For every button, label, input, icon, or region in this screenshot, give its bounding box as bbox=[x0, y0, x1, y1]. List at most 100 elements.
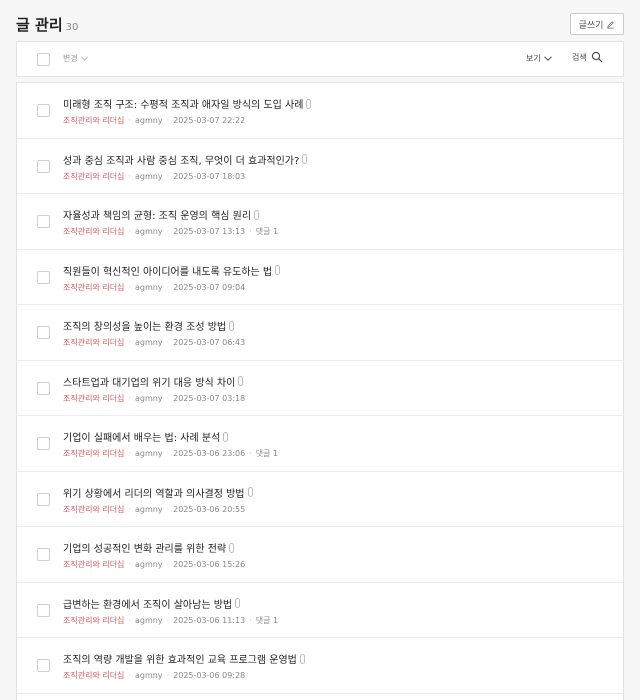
post-category[interactable]: 조직관리와 리더십 bbox=[63, 394, 124, 403]
post-checkbox[interactable] bbox=[37, 270, 50, 284]
post-title[interactable]: 스타트업과 대기업의 위기 대응 방식 차이 bbox=[63, 374, 244, 389]
write-button[interactable]: 글쓰기 bbox=[570, 13, 624, 35]
attachment-icon bbox=[306, 98, 312, 109]
separator-dot: · bbox=[128, 171, 131, 181]
post-author: agmny bbox=[134, 504, 163, 514]
separator-dot: · bbox=[128, 116, 131, 125]
post-checkbox[interactable] bbox=[37, 492, 50, 506]
post-title-text: 성과 중심 조직과 사람 중심 조직, 무엇이 더 효과적인가? bbox=[63, 155, 300, 167]
post-title[interactable]: 미래형 조직 구조: 수평적 조직과 애자일 방식의 도입 사례 bbox=[63, 96, 312, 111]
separator-dot: · bbox=[128, 227, 131, 236]
post-title-text: 급변하는 환경에서 조직이 살아남는 방법 bbox=[63, 599, 233, 611]
post-checkbox[interactable] bbox=[37, 548, 50, 561]
select-all-checkbox[interactable] bbox=[37, 53, 50, 66]
post-checkbox[interactable] bbox=[37, 437, 50, 450]
post-row[interactable]: 조직의 창의성을 높이는 환경 조성 방법 조직관리와 리더십 · agmny · 202… bbox=[17, 305, 623, 361]
post-row[interactable]: 위기 상황에서 리더의 역할과 의사결정 방법조직관리와 리더십 · agmny · 2… bbox=[17, 472, 623, 527]
separator-dot: · bbox=[166, 615, 170, 625]
attachment-icon bbox=[247, 487, 253, 497]
post-author: agmny bbox=[134, 671, 163, 680]
page-title-text: 글 관리 bbox=[16, 16, 63, 34]
post-row[interactable]: 자율성과 책임의 균형: 조직 운영의 핵심 원리 조직관리와 리더십 · agmny… bbox=[17, 194, 623, 250]
post-checkbox[interactable] bbox=[37, 159, 50, 173]
separator-dot: · bbox=[166, 393, 170, 403]
post-category[interactable]: 조직관리와 리더십 bbox=[63, 116, 124, 125]
separator-dot: · bbox=[128, 338, 131, 347]
attachment-icon bbox=[299, 653, 305, 664]
post-title-text: 미래형 조직 구조: 수평적 조직과 애자일 방식의 도입 사례 bbox=[63, 100, 304, 111]
post-checkbox[interactable] bbox=[37, 381, 50, 395]
post-date: 2025-03-06 15:26 bbox=[173, 560, 246, 569]
post-category[interactable]: 조직관리와 리더십 bbox=[63, 449, 124, 458]
page-title: 글 관리 30 bbox=[16, 14, 78, 35]
post-category[interactable]: 조직관리와 리더십 bbox=[63, 505, 124, 514]
post-category[interactable]: 조직관리와 리더십 bbox=[63, 283, 124, 292]
post-category[interactable]: 조직관리와 리더십 bbox=[63, 671, 124, 680]
post-category[interactable]: 조직관리와 리더십 bbox=[63, 560, 124, 569]
separator-dot: · bbox=[166, 449, 170, 458]
post-title[interactable]: 조직의 역량 개발을 위한 효과적인 교육 프로그램 운영법 bbox=[63, 651, 305, 666]
post-row[interactable]: 성과 중심 조직과 사람 중심 조직, 무엇이 더 효과적인가? 조직관리와 리더… bbox=[17, 139, 623, 194]
post-checkbox[interactable] bbox=[37, 104, 50, 117]
post-title[interactable]: 자율성과 책임의 균형: 조직 운영의 핵심 원리 bbox=[63, 207, 260, 222]
attachment-icon bbox=[238, 376, 244, 386]
attachment-icon bbox=[235, 598, 241, 608]
post-checkbox[interactable] bbox=[37, 215, 50, 228]
post-checkbox[interactable] bbox=[37, 659, 50, 672]
post-date: 2025-03-06 11:13 bbox=[173, 615, 246, 625]
post-title-text: 기업의 성공적인 변화 관리를 위한 전략 bbox=[63, 544, 227, 555]
post-title[interactable]: 기업이 실패에서 배우는 법: 사례 분석 bbox=[63, 429, 229, 444]
post-meta: 조직관리와 리더십 · agmny · 2025-03-07 06:43 bbox=[63, 337, 245, 348]
post-comments[interactable]: 댓글 1 bbox=[256, 449, 278, 458]
post-author: agmny bbox=[134, 393, 163, 403]
post-author: agmny bbox=[134, 116, 163, 125]
post-meta: 조직관리와 리더십 · agmny · 2025-03-06 23:06 · 댓글 1 bbox=[63, 448, 278, 459]
post-title[interactable]: 성과 중심 조직과 사람 중심 조직, 무엇이 더 효과적인가? bbox=[63, 152, 308, 167]
list-toolbar: 변경 보기 검색 bbox=[16, 41, 624, 77]
post-meta: 조직관리와 리더십 · agmny · 2025-03-06 20:55 bbox=[63, 504, 245, 515]
post-meta: 조직관리와 리더십 · agmny · 2025-03-07 13:13 · 댓글 1 bbox=[63, 226, 278, 237]
change-dropdown[interactable]: 변경 bbox=[63, 53, 88, 64]
post-checkbox[interactable] bbox=[37, 326, 50, 339]
post-title-text: 스타트업과 대기업의 위기 대응 방식 차이 bbox=[63, 377, 236, 389]
search-button[interactable]: 검색 bbox=[572, 51, 603, 63]
separator-dot: · bbox=[128, 282, 131, 292]
post-comments[interactable]: 댓글 1 bbox=[256, 616, 278, 625]
view-label: 보기 bbox=[526, 54, 541, 63]
post-title-text: 직원들이 혁신적인 아이디어를 내도록 유도하는 법 bbox=[63, 266, 273, 278]
view-dropdown[interactable]: 보기 bbox=[526, 53, 552, 64]
post-row[interactable]: 기업의 성공적인 변화 관리를 위한 전략 조직관리와 리더십 · agmny · 202… bbox=[17, 527, 623, 583]
post-author: agmny bbox=[134, 338, 163, 347]
post-author: agmny bbox=[134, 615, 163, 625]
post-title-text: 조직의 역량 개발을 위한 효과적인 교육 프로그램 운영법 bbox=[63, 655, 297, 666]
post-category[interactable]: 조직관리와 리더십 bbox=[63, 172, 124, 181]
separator-dot: · bbox=[166, 560, 170, 569]
post-category[interactable]: 조직관리와 리더십 bbox=[63, 338, 124, 347]
post-comments[interactable]: 댓글 1 bbox=[256, 227, 278, 236]
post-row[interactable]: 기업이 실패에서 배우는 법: 사례 분석 조직관리와 리더십 · agmny · 202… bbox=[17, 416, 623, 472]
post-title-text: 자율성과 책임의 균형: 조직 운영의 핵심 원리 bbox=[63, 211, 252, 222]
post-meta: 조직관리와 리더십 · agmny · 2025-03-06 15:26 bbox=[63, 559, 245, 570]
search-label: 검색 bbox=[572, 52, 587, 62]
post-title[interactable]: 위기 상황에서 리더의 역할과 의사결정 방법 bbox=[63, 485, 253, 500]
post-date: 2025-03-06 09:28 bbox=[173, 671, 246, 680]
post-row[interactable]: 스타트업과 대기업의 위기 대응 방식 차이 조직관리와 리더십 · agmny · 20… bbox=[17, 361, 623, 416]
separator-dot: · bbox=[166, 171, 170, 181]
attachment-icon bbox=[302, 154, 308, 164]
post-row[interactable]: 직원들이 혁신적인 아이디어를 내도록 유도하는 법 조직관리와 리더십 · agmn… bbox=[17, 250, 623, 305]
post-title[interactable]: 조직의 창의성을 높이는 환경 조성 방법 bbox=[63, 318, 235, 333]
page-header: 글 관리 30 글쓰기 bbox=[16, 13, 624, 36]
separator-dot: · bbox=[128, 671, 131, 680]
post-category[interactable]: 조직관리와 리더십 bbox=[63, 227, 124, 236]
search-icon bbox=[591, 51, 603, 63]
post-meta: 조직관리와 리더십 · agmny · 2025-03-07 18:03 bbox=[63, 171, 245, 182]
post-category[interactable]: 조직관리와 리더십 bbox=[63, 616, 124, 625]
post-title[interactable]: 직원들이 혁신적인 아이디어를 내도록 유도하는 법 bbox=[63, 263, 281, 278]
post-row[interactable]: 급변하는 환경에서 조직이 살아남는 방법 조직관리와 리더십 · agmny · 202… bbox=[17, 583, 623, 638]
post-row[interactable]: 조직의 역량 개발을 위한 효과적인 교육 프로그램 운영법조직관리와 리더십 ·… bbox=[17, 638, 623, 694]
post-checkbox[interactable] bbox=[37, 603, 50, 617]
post-title[interactable]: 기업의 성공적인 변화 관리를 위한 전략 bbox=[63, 540, 235, 555]
post-row[interactable]: 미래형 조직 구조: 수평적 조직과 애자일 방식의 도입 사례조직관리와 리더… bbox=[17, 83, 623, 139]
separator-dot: · bbox=[128, 393, 131, 403]
post-title[interactable]: 급변하는 환경에서 조직이 살아남는 방법 bbox=[63, 596, 241, 611]
